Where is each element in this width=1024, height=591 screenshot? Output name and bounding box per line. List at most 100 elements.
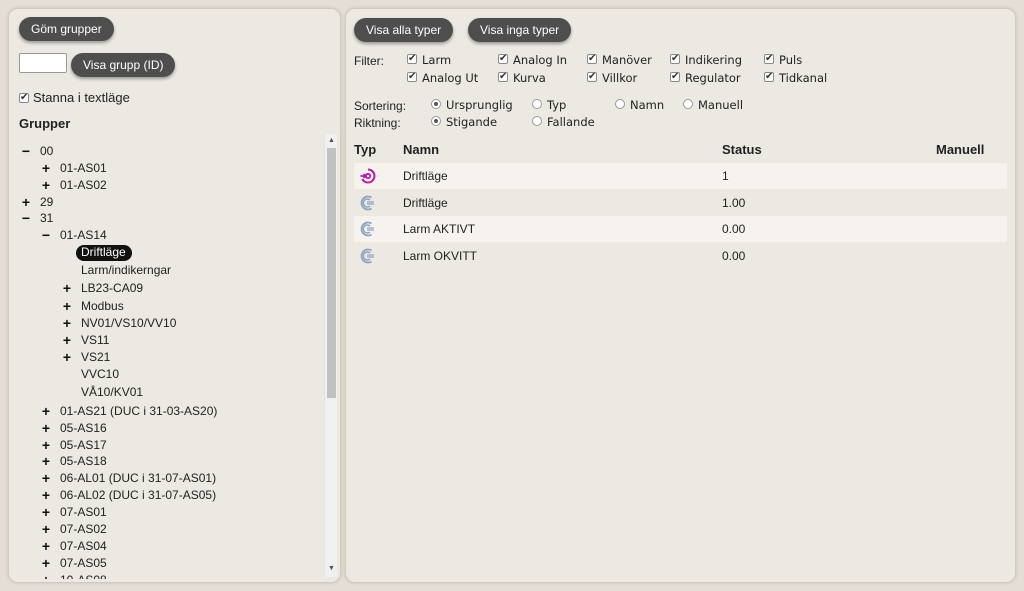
tree-node-label[interactable]: 06-AL02 (DUC i 31-07-AS05) [60, 488, 216, 502]
tree-node[interactable]: +05-AS16 [42, 420, 107, 437]
tree-node-label[interactable]: 05-AS16 [60, 421, 107, 435]
tree-node[interactable]: +06-AL01 (DUC i 31-07-AS01) [42, 470, 216, 487]
tree-node[interactable]: + VS11 [63, 332, 110, 349]
tree-node-label[interactable]: 06-AL01 (DUC i 31-07-AS01) [60, 471, 216, 485]
filter-option[interactable]: Puls [764, 52, 802, 67]
sort-option[interactable]: Typ [532, 98, 566, 112]
filter-option[interactable]: Larm [407, 52, 451, 67]
tree-node-label[interactable]: 31 [40, 211, 53, 225]
expand-icon[interactable]: + [39, 572, 53, 579]
filter-checkbox[interactable] [670, 52, 680, 66]
tree-node[interactable]: +05-AS18 [42, 453, 107, 470]
sort-radio[interactable] [532, 99, 542, 109]
expand-icon[interactable]: + [39, 420, 53, 437]
sort-option[interactable]: Ursprunglig [431, 98, 513, 112]
show-group-button[interactable]: Visa grupp (ID) [71, 53, 176, 77]
tree-node-label[interactable]: Larm/indikerngar [81, 263, 171, 277]
tree-node-label[interactable]: 05-AS18 [60, 454, 107, 468]
expand-icon[interactable]: + [39, 160, 53, 177]
direction-option[interactable]: Stigande [431, 115, 497, 129]
column-status[interactable]: Status [722, 142, 762, 157]
direction-option[interactable]: Fallande [532, 115, 595, 129]
expand-icon[interactable]: + [60, 298, 74, 315]
show-no-types-button[interactable]: Visa inga typer [468, 18, 572, 42]
tree-node[interactable]: +29 [22, 194, 53, 211]
expand-icon[interactable]: + [39, 521, 53, 538]
tree-node[interactable]: −31 [22, 210, 53, 227]
filter-checkbox[interactable] [498, 70, 508, 84]
direction-radio[interactable] [431, 116, 441, 126]
tree-node-label[interactable]: 07-AS01 [60, 505, 107, 519]
collapse-icon[interactable]: − [39, 227, 53, 244]
expand-icon[interactable]: + [60, 280, 74, 297]
tree-node-label[interactable]: 10-AS08 [60, 573, 107, 579]
filter-checkbox[interactable] [407, 52, 417, 66]
expand-icon[interactable]: + [39, 403, 53, 420]
expand-icon[interactable]: + [60, 315, 74, 332]
filter-checkbox[interactable] [670, 70, 680, 84]
filter-checkbox[interactable] [498, 52, 508, 66]
sort-option[interactable]: Namn [615, 98, 664, 112]
filter-option[interactable]: Villkor [587, 70, 637, 85]
tree-node-label[interactable]: 07-AS02 [60, 522, 107, 536]
stay-textmode-checkbox[interactable] [19, 91, 29, 105]
expand-icon[interactable]: + [39, 504, 53, 521]
table-row[interactable]: Driftläge 1.00 [354, 190, 1007, 216]
expand-icon[interactable]: + [39, 538, 53, 555]
tree-node[interactable]: −01-AS14 [42, 227, 107, 244]
filter-option[interactable]: Indikering [670, 52, 742, 67]
expand-icon[interactable]: + [19, 194, 33, 211]
filter-option[interactable]: Kurva [498, 70, 546, 85]
tree-node-label[interactable]: 01-AS01 [60, 161, 107, 175]
tree-node-label[interactable]: 01-AS14 [60, 228, 107, 242]
tree-node-label[interactable]: 29 [40, 195, 53, 209]
filter-option[interactable]: Tidkanal [764, 70, 827, 85]
expand-icon[interactable]: + [39, 555, 53, 572]
filter-option[interactable]: Analog Ut [407, 70, 478, 85]
stay-textmode-row[interactable]: Stanna i textläge [19, 90, 130, 105]
show-all-types-button[interactable]: Visa alla typer [354, 18, 454, 42]
expand-icon[interactable]: + [39, 470, 53, 487]
table-row[interactable]: Larm OKVITT 0.00 [354, 243, 1007, 269]
collapse-icon[interactable]: − [19, 143, 33, 160]
tree-node[interactable]: +07-AS01 [42, 504, 107, 521]
group-id-input[interactable] [19, 53, 67, 73]
expand-icon[interactable]: + [39, 177, 53, 194]
tree-node-label-selected[interactable]: Driftläge [76, 245, 132, 261]
filter-checkbox[interactable] [587, 52, 597, 66]
expand-icon[interactable]: + [39, 453, 53, 470]
sort-radio[interactable] [615, 99, 625, 109]
tree-node[interactable]: + Modbus [63, 298, 124, 315]
tree-node-label[interactable]: LB23-CA09 [81, 281, 143, 295]
column-name[interactable]: Namn [403, 142, 439, 157]
collapse-icon[interactable]: − [19, 210, 33, 227]
tree-node-label[interactable]: VÅ10/KV01 [81, 385, 143, 399]
tree-node-label[interactable]: VS11 [81, 333, 109, 347]
table-row[interactable]: Larm AKTIVT 0.00 [354, 216, 1007, 242]
filter-checkbox[interactable] [407, 70, 417, 84]
tree-node-label[interactable]: NV01/VS10/VV10 [81, 316, 176, 330]
tree-node-label[interactable]: VS21 [81, 350, 110, 364]
sort-option[interactable]: Manuell [683, 98, 743, 112]
tree-node-label[interactable]: 01-AS21 (DUC i 31-03-AS20) [60, 404, 217, 418]
tree-node-label[interactable]: 07-AS04 [60, 539, 107, 553]
tree-node[interactable]: +10-AS08 [42, 572, 107, 579]
tree-node[interactable]: VVC10 [81, 366, 119, 383]
tree-node-label[interactable]: 00 [40, 144, 53, 158]
table-row[interactable]: Driftläge 1 [354, 163, 1007, 189]
tree-node[interactable]: +07-AS05 [42, 555, 107, 572]
hide-groups-button[interactable]: Göm grupper [19, 17, 114, 41]
tree-node-label[interactable]: 01-AS02 [60, 178, 107, 192]
tree-node[interactable]: + VS21 [63, 349, 110, 366]
scroll-down-icon[interactable]: ▼ [325, 563, 338, 575]
filter-option[interactable]: Regulator [670, 70, 741, 85]
tree-node-label[interactable]: VVC10 [81, 367, 119, 381]
tree-node[interactable]: +07-AS04 [42, 538, 107, 555]
filter-option[interactable]: Manöver [587, 52, 652, 67]
filter-checkbox[interactable] [587, 70, 597, 84]
sort-radio[interactable] [431, 99, 441, 109]
tree-node[interactable]: VÅ10/KV01 [81, 384, 143, 401]
tree-node[interactable]: Larm/indikerngar [81, 262, 171, 279]
tree-node[interactable]: +01-AS02 [42, 177, 107, 194]
tree-node[interactable]: −00 [22, 143, 53, 160]
